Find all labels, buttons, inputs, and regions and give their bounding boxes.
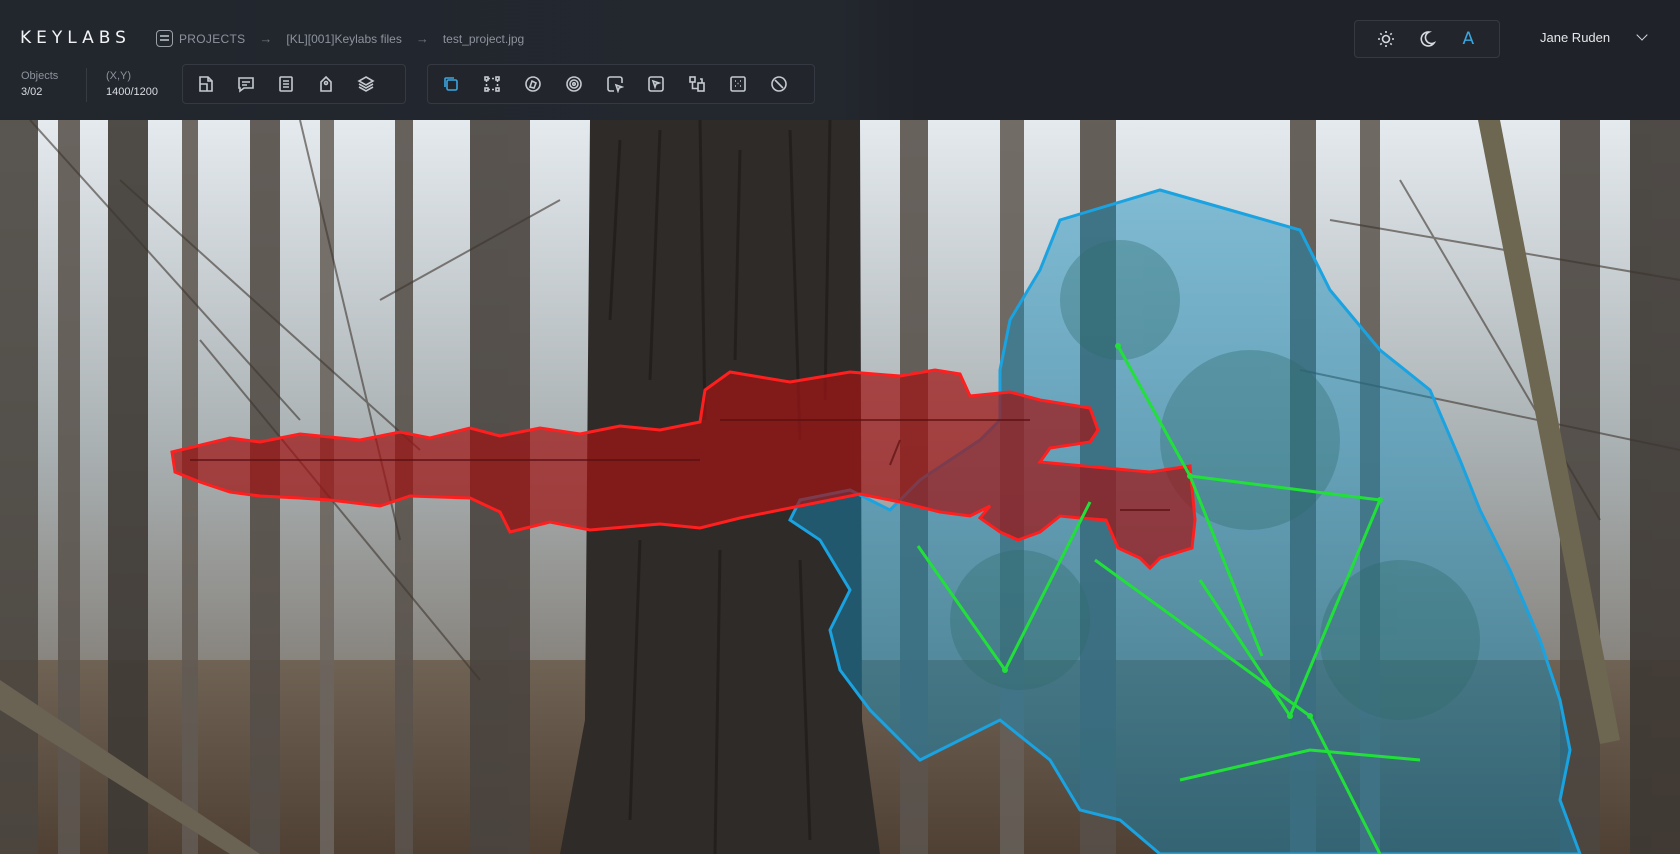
stats-divider	[86, 68, 87, 102]
cursor-select-icon[interactable]	[643, 71, 669, 97]
cuboid-icon[interactable]	[684, 71, 710, 97]
app-logo: KEYLABS	[20, 28, 131, 48]
user-name[interactable]: Jane Ruden	[1540, 30, 1610, 45]
auto-theme-icon[interactable]: A	[1455, 29, 1481, 49]
polygon-icon[interactable]	[520, 71, 546, 97]
new-page-icon[interactable]	[193, 71, 219, 97]
target-icon[interactable]	[561, 71, 587, 97]
layers-icon[interactable]	[353, 71, 379, 97]
annotated-image[interactable]	[0, 120, 1680, 854]
breadcrumb: PROJECTS → [KL][001]Keylabs files → test…	[156, 30, 524, 47]
annotation-toolbar	[427, 64, 815, 104]
coords-stat: (X,Y) 1400/1200	[106, 68, 158, 100]
breadcrumb-projects[interactable]: PROJECTS	[179, 32, 245, 46]
bounding-box-icon[interactable]	[438, 71, 464, 97]
user-menu[interactable]: Jane Ruden	[1540, 29, 1648, 45]
points-icon[interactable]	[479, 71, 505, 97]
coords-value: 1400/1200	[106, 86, 158, 98]
magic-select-icon[interactable]	[602, 71, 628, 97]
objects-label: Objects	[21, 70, 59, 82]
objects-value: 3/02	[21, 86, 43, 98]
chevron-down-icon[interactable]	[1636, 29, 1648, 41]
breadcrumb-arrow-icon: →	[415, 31, 429, 46]
breadcrumb-file: test_project.jpg	[442, 31, 525, 46]
comment-icon[interactable]	[233, 71, 259, 97]
dark-theme-icon[interactable]	[1414, 26, 1440, 52]
projects-icon[interactable]	[156, 30, 173, 47]
grid-icon[interactable]	[725, 71, 751, 97]
top-bar: KEYLABS PROJECTS → [KL][001]Keylabs file…	[0, 0, 1680, 120]
coords-label: (X,Y)	[106, 70, 132, 82]
breadcrumb-folder[interactable]: [KL][001]Keylabs files	[286, 32, 401, 46]
objects-stat: Objects 3/02	[21, 68, 58, 100]
project-toolbar	[182, 64, 406, 104]
list-icon[interactable]	[273, 71, 299, 97]
theme-switcher: A	[1354, 20, 1500, 58]
light-theme-icon[interactable]	[1373, 26, 1399, 52]
tag-icon[interactable]	[313, 71, 339, 97]
image-canvas[interactable]	[0, 120, 1680, 854]
cancel-icon[interactable]	[766, 71, 792, 97]
breadcrumb-arrow-icon: →	[259, 31, 273, 46]
